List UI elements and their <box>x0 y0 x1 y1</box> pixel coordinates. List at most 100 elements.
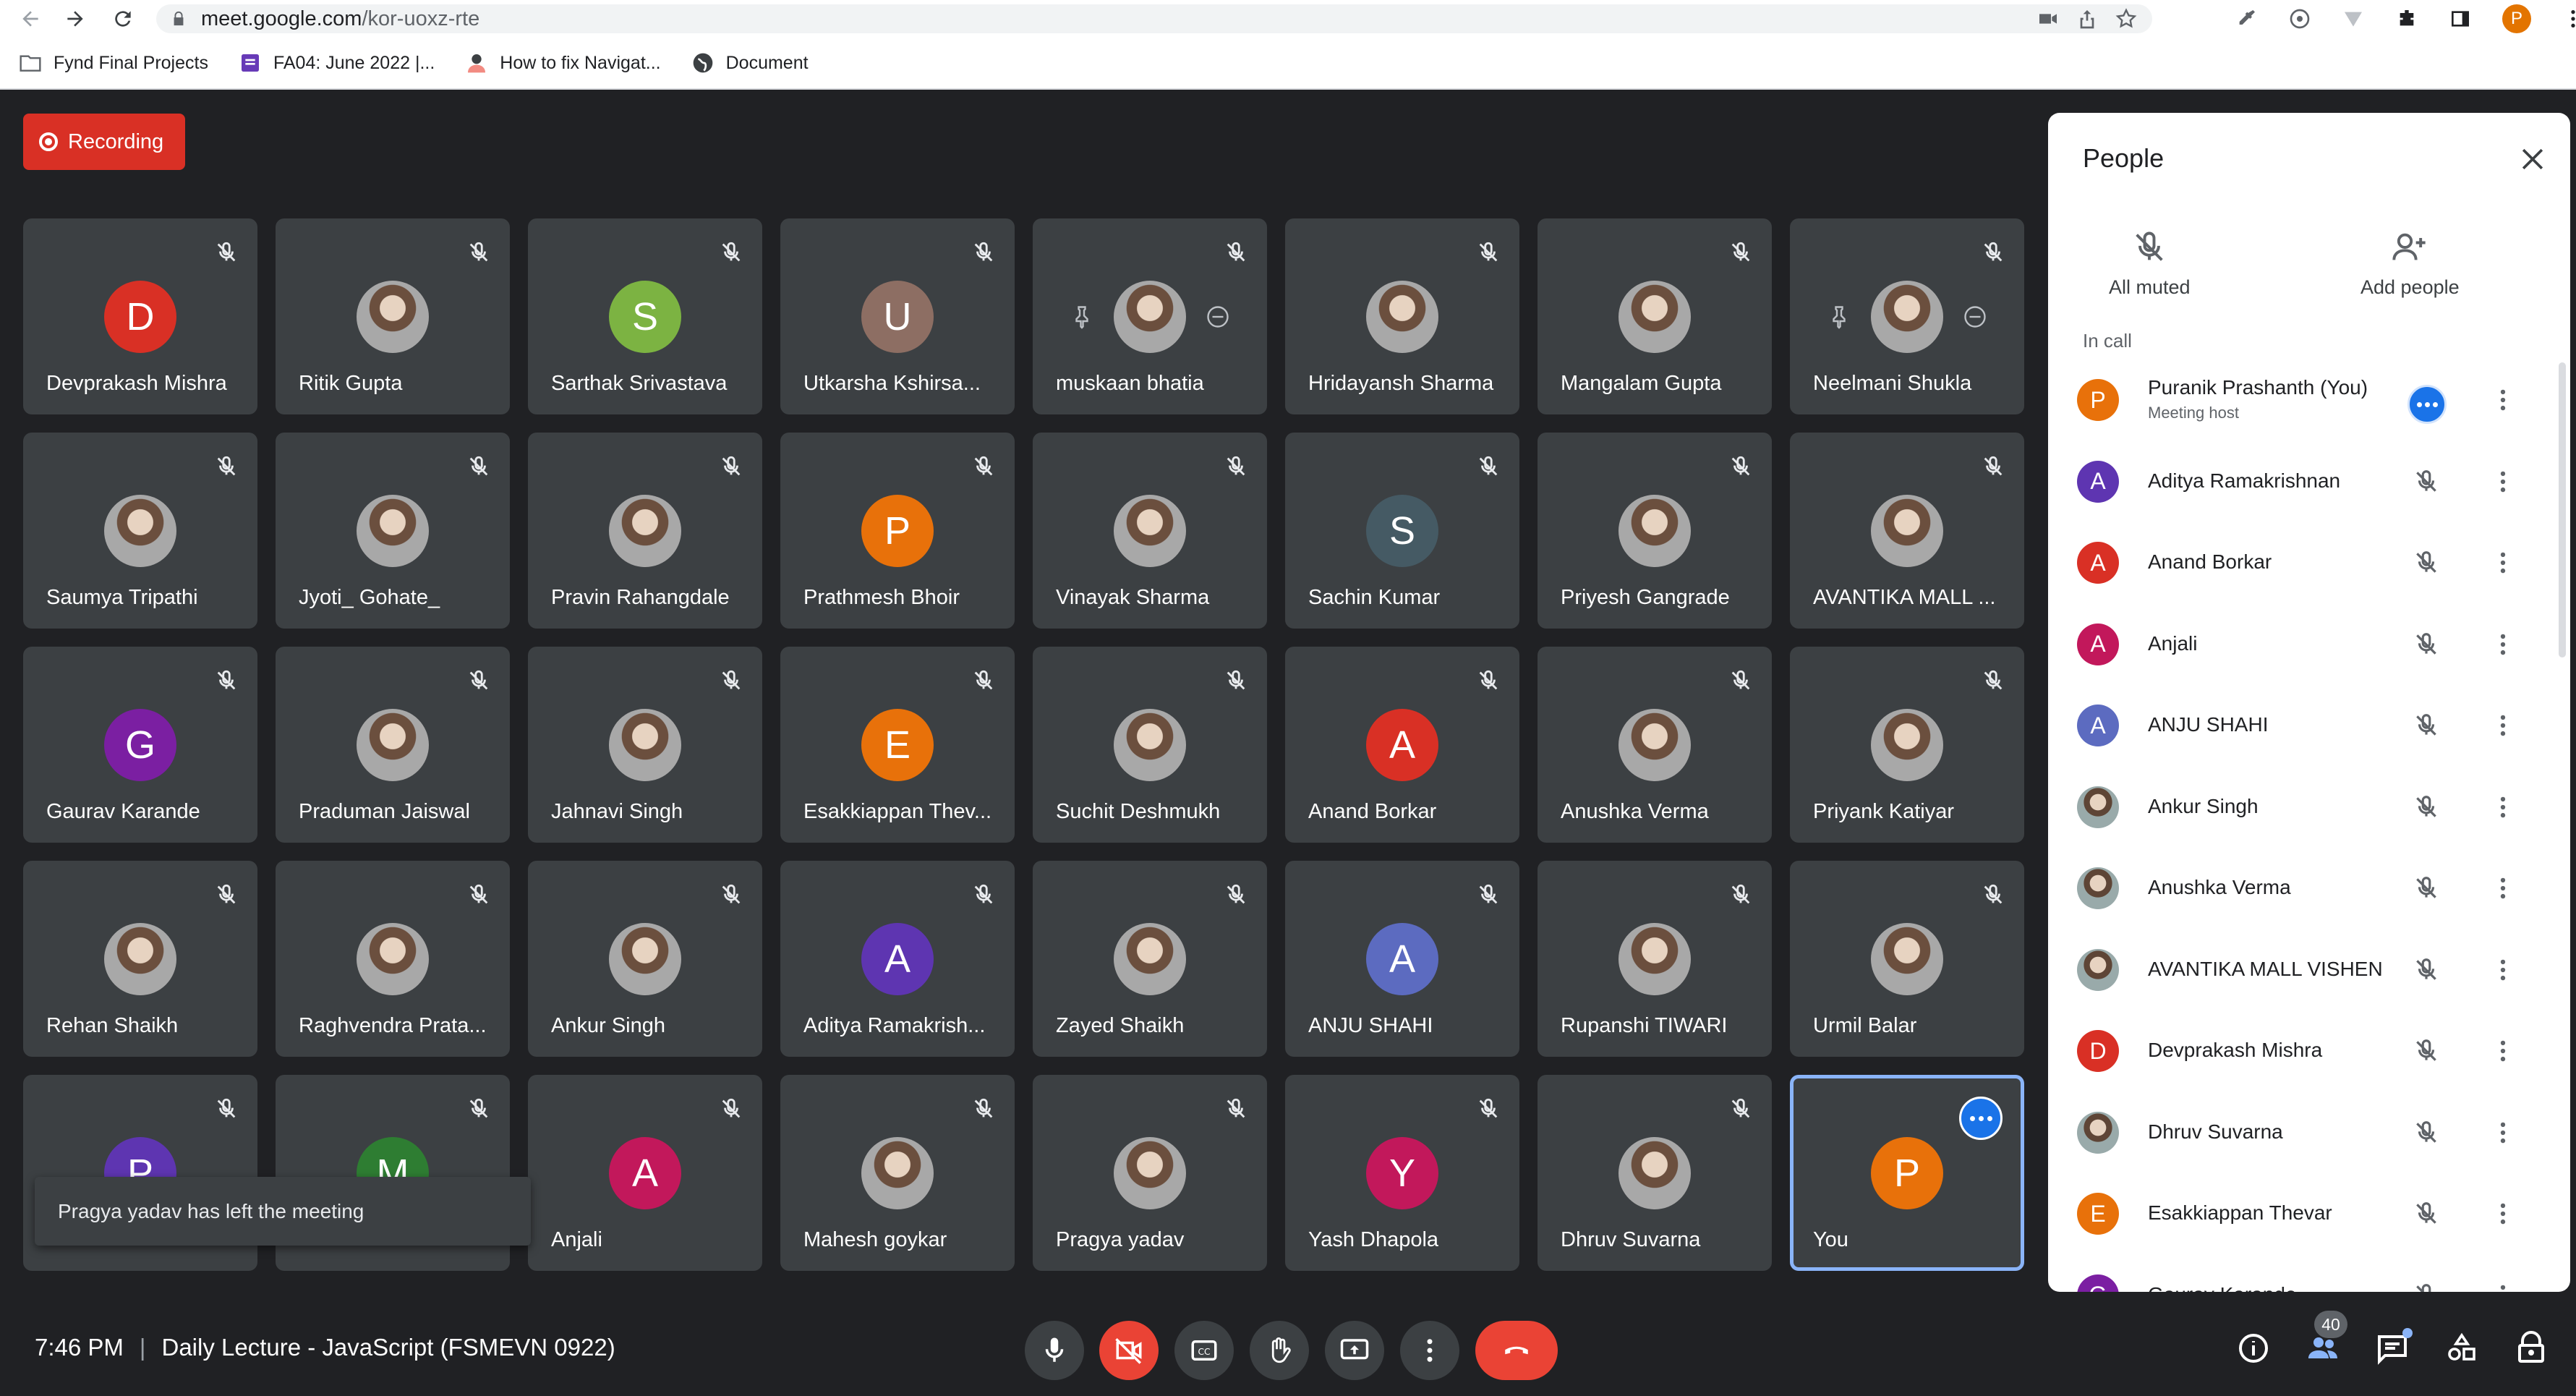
mic-off-icon[interactable] <box>2413 793 2440 821</box>
participant-tile[interactable]: AVANTIKA MALL ... <box>1790 433 2024 629</box>
participant-tile[interactable]: muskaan bhatia <box>1033 218 1267 414</box>
more-vertical-icon[interactable] <box>2489 468 2517 495</box>
more-options-button[interactable] <box>1400 1321 1459 1380</box>
participant-tile[interactable]: D Devprakash Mishra <box>23 218 257 414</box>
participant-tile[interactable]: Y Yash Dhapola <box>1285 1075 1519 1271</box>
people-button[interactable]: 40 <box>2303 1311 2347 1369</box>
participant-tile[interactable]: S Sarthak Srivastava <box>528 218 762 414</box>
bookmark-star-icon[interactable] <box>2115 7 2138 30</box>
participant-tile[interactable]: E Esakkiappan Thev... <box>780 647 1015 843</box>
participant-tile[interactable]: Suchit Deshmukh <box>1033 647 1267 843</box>
participant-tile[interactable]: Mangalam Gupta <box>1538 218 1772 414</box>
participant-tile[interactable]: Mahesh goykar <box>780 1075 1015 1271</box>
remove-participant-icon[interactable] <box>1962 304 1988 330</box>
participant-tile[interactable]: P Prathmesh Bhoir <box>780 433 1015 629</box>
more-vertical-icon[interactable] <box>2489 1200 2517 1227</box>
more-vertical-icon[interactable] <box>2489 631 2517 658</box>
mic-off-icon[interactable] <box>2413 549 2440 576</box>
participant-tile[interactable]: Jahnavi Singh <box>528 647 762 843</box>
forward-button[interactable] <box>56 0 94 38</box>
present-button[interactable] <box>1325 1321 1384 1380</box>
eyedropper-extension-icon[interactable] <box>2235 7 2258 30</box>
more-vertical-icon[interactable] <box>2489 956 2517 984</box>
microphone-button[interactable] <box>1025 1321 1084 1380</box>
more-vertical-icon[interactable] <box>2489 712 2517 739</box>
more-vertical-icon[interactable] <box>2489 793 2517 821</box>
participant-tile[interactable]: Ritik Gupta <box>276 218 510 414</box>
circle-extension-icon[interactable] <box>2288 7 2311 30</box>
participant-tile[interactable]: Anushka Verma <box>1538 647 1772 843</box>
more-vertical-icon[interactable] <box>2489 1119 2517 1146</box>
participant-tile[interactable]: Saumya Tripathi <box>23 433 257 629</box>
address-bar[interactable]: meet.google.com/kor-uoxz-rte <box>156 4 2152 33</box>
mic-off-icon[interactable] <box>2413 1200 2440 1227</box>
list-item[interactable]: E Esakkiappan Thevar <box>2048 1172 2570 1254</box>
mic-off-icon[interactable] <box>2413 631 2440 658</box>
mute-all-button[interactable]: All muted <box>2109 229 2191 299</box>
add-people-button[interactable]: Add people <box>2360 229 2460 299</box>
participant-tile[interactable]: Neelmani Shukla <box>1790 218 2024 414</box>
mic-off-icon[interactable] <box>2413 1119 2440 1146</box>
captions-button[interactable]: CC <box>1174 1321 1234 1380</box>
side-panel-icon[interactable] <box>2449 7 2472 30</box>
share-icon[interactable] <box>2076 7 2099 30</box>
host-options-button[interactable] <box>2407 385 2447 424</box>
more-vertical-icon[interactable] <box>2489 549 2517 576</box>
mic-off-icon[interactable] <box>2413 468 2440 495</box>
participant-tile[interactable]: A Anjali <box>528 1075 762 1271</box>
bookmark-item[interactable]: Fynd Final Projects <box>19 51 208 75</box>
more-vertical-icon[interactable] <box>2489 1282 2517 1293</box>
participant-tile[interactable]: Rehan Shaikh <box>23 861 257 1057</box>
mic-off-icon[interactable] <box>2413 956 2440 984</box>
list-item[interactable]: Anushka Verma <box>2048 847 2570 929</box>
bookmark-item[interactable]: FA04: June 2022 |... <box>239 51 435 75</box>
participant-tile[interactable]: A ANJU SHAHI <box>1285 861 1519 1057</box>
remove-participant-icon[interactable] <box>1205 304 1231 330</box>
camera-button[interactable] <box>1099 1321 1159 1380</box>
mic-off-icon[interactable] <box>2413 1037 2440 1065</box>
list-item[interactable]: P Puranik Prashanth (You) Meeting host <box>2048 359 2570 440</box>
list-item[interactable]: A ANJU SHAHI <box>2048 684 2570 766</box>
participant-tile[interactable]: Pravin Rahangdale <box>528 433 762 629</box>
participant-tile[interactable]: Dhruv Suvarna <box>1538 1075 1772 1271</box>
participant-tile[interactable]: Praduman Jaiswal <box>276 647 510 843</box>
chat-button[interactable] <box>2372 1328 2413 1369</box>
vpn-extension-icon[interactable] <box>2342 7 2365 30</box>
tile-more-options-button[interactable] <box>1959 1097 2003 1140</box>
bookmark-item[interactable]: How to fix Navigat... <box>465 51 661 75</box>
meeting-details-button[interactable] <box>2233 1328 2274 1369</box>
participant-tile[interactable]: G Gaurav Karande <box>23 647 257 843</box>
bookmark-item[interactable]: Document <box>691 51 809 75</box>
panel-scrollbar[interactable] <box>2559 362 2566 657</box>
pin-icon[interactable] <box>1826 304 1852 330</box>
pin-icon[interactable] <box>1069 304 1095 330</box>
participant-tile[interactable]: Urmil Balar <box>1790 861 2024 1057</box>
host-controls-button[interactable] <box>2511 1328 2551 1369</box>
activities-button[interactable] <box>2441 1328 2482 1369</box>
list-item[interactable]: D Devprakash Mishra <box>2048 1010 2570 1091</box>
chrome-menu-icon[interactable] <box>2562 7 2576 30</box>
participant-tile[interactable]: S Sachin Kumar <box>1285 433 1519 629</box>
list-item[interactable]: Dhruv Suvarna <box>2048 1091 2570 1173</box>
mic-off-icon[interactable] <box>2413 712 2440 739</box>
participant-tile[interactable]: U Utkarsha Kshirsa... <box>780 218 1015 414</box>
participant-tile[interactable]: A Aditya Ramakrish... <box>780 861 1015 1057</box>
participant-tile[interactable]: Ankur Singh <box>528 861 762 1057</box>
participant-tile[interactable]: Zayed Shaikh <box>1033 861 1267 1057</box>
reload-button[interactable] <box>104 0 142 38</box>
participant-tile[interactable]: A Anand Borkar <box>1285 647 1519 843</box>
list-item[interactable]: Ankur Singh <box>2048 766 2570 848</box>
list-item[interactable]: A Anand Borkar <box>2048 522 2570 603</box>
close-icon[interactable] <box>2517 143 2549 175</box>
participant-tile[interactable]: Jyoti_ Gohate_ <box>276 433 510 629</box>
leave-call-button[interactable] <box>1475 1321 1558 1380</box>
mic-off-icon[interactable] <box>2413 1282 2440 1292</box>
participant-tile[interactable]: P You <box>1790 1075 2024 1271</box>
mic-off-icon[interactable] <box>2413 874 2440 902</box>
puzzle-extensions-icon[interactable] <box>2395 7 2418 30</box>
list-item[interactable]: A Aditya Ramakrishnan <box>2048 440 2570 522</box>
profile-avatar[interactable]: P <box>2502 4 2531 33</box>
participant-tile[interactable]: Priyesh Gangrade <box>1538 433 1772 629</box>
participant-tile[interactable]: Rupanshi TIWARI <box>1538 861 1772 1057</box>
list-item[interactable]: AVANTIKA MALL VISHEN <box>2048 929 2570 1010</box>
